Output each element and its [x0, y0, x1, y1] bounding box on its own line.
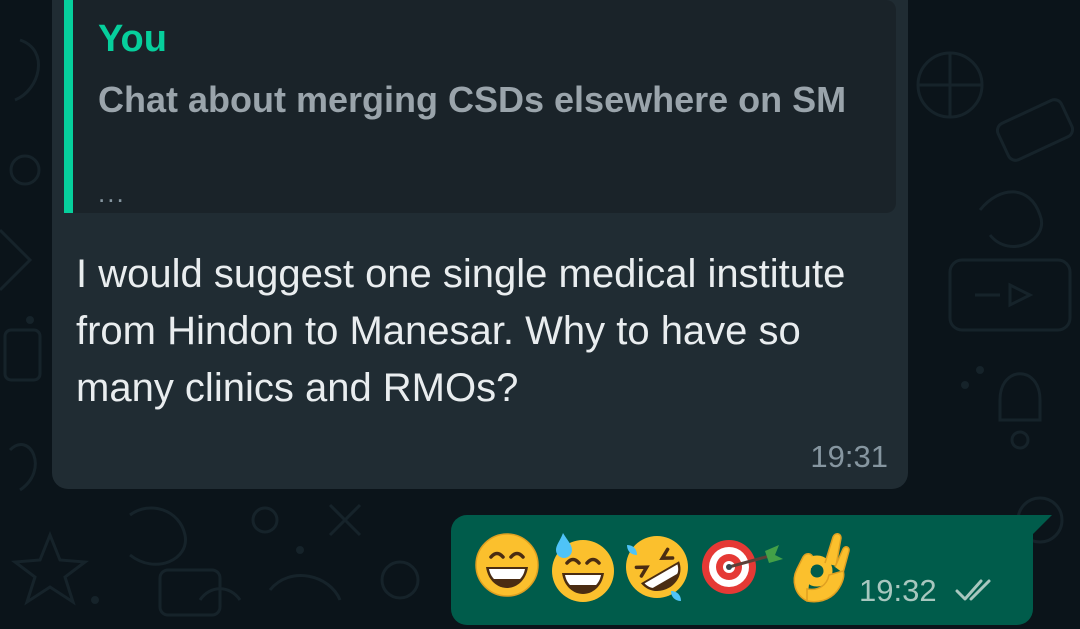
- outgoing-message-bubble[interactable]: 19:32: [451, 515, 1033, 625]
- quoted-author: You: [98, 18, 167, 60]
- incoming-message-bubble[interactable]: You Chat about merging CSDs elsewhere on…: [52, 0, 908, 489]
- grinning-face-with-sweat-icon: [552, 533, 614, 602]
- quoted-text: Chat about merging CSDs elsewhere on SM: [98, 79, 847, 120]
- message-text: I would suggest one single medical insti…: [76, 252, 846, 410]
- message-timestamp: 19:32: [859, 573, 937, 608]
- grinning-face-with-smiling-eyes-icon: [475, 533, 539, 597]
- rolling-on-the-floor-laughing-icon: [626, 536, 688, 601]
- quoted-message[interactable]: You Chat about merging CSDs elsewhere on…: [64, 0, 896, 213]
- outgoing-bubble-tail: [1030, 515, 1052, 537]
- double-check-icon: [955, 579, 991, 601]
- quoted-ellipsis: ...: [98, 178, 126, 208]
- message-timestamp: 19:31: [810, 439, 888, 474]
- ok-hand-icon: [793, 533, 850, 603]
- direct-hit-icon: [702, 540, 783, 594]
- quote-accent-bar: [64, 0, 73, 213]
